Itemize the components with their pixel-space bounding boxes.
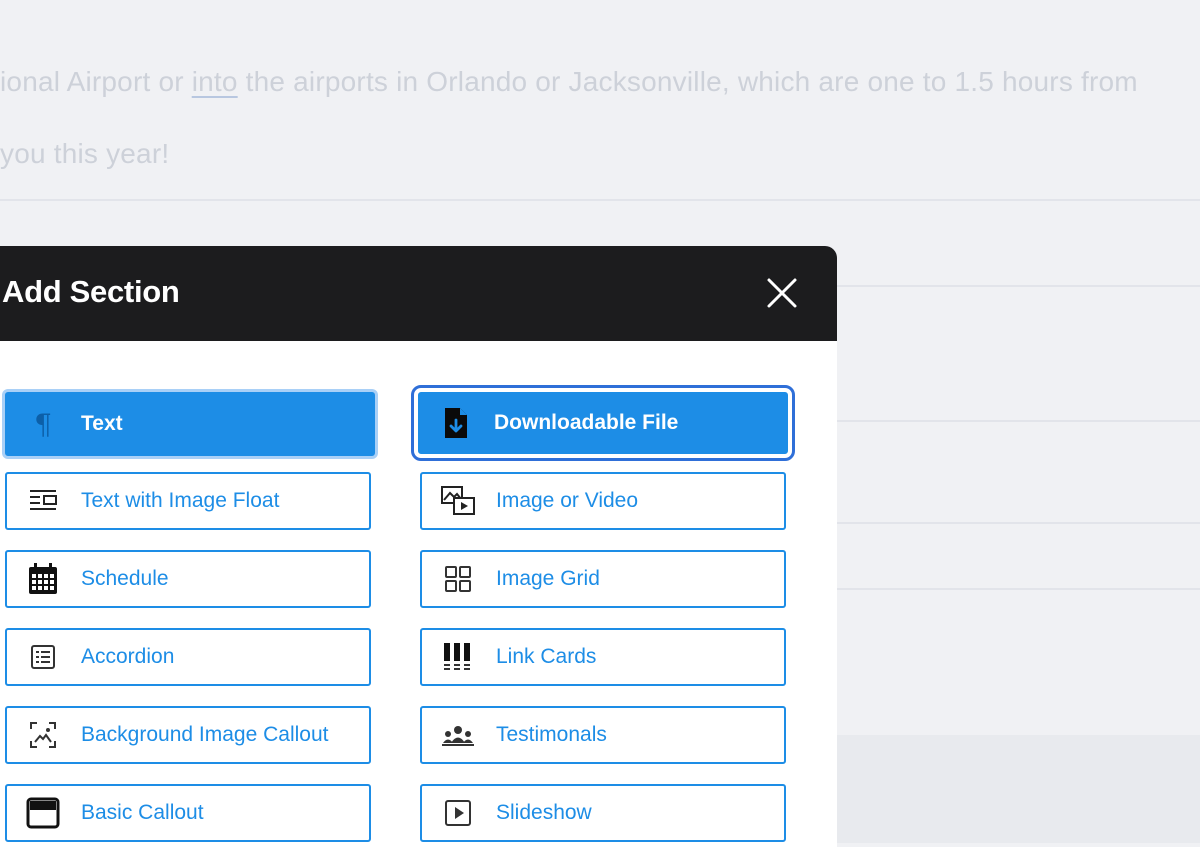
option-label: Basic Callout	[81, 801, 204, 824]
link-cards-icon	[440, 639, 476, 675]
callout-icon	[25, 795, 61, 831]
option-accordion[interactable]: Accordion	[5, 628, 371, 686]
modal-header: Add Section	[0, 246, 837, 341]
option-label: Text with Image Float	[81, 489, 280, 512]
option-slideshow[interactable]: Slideshow	[420, 784, 786, 842]
divider	[837, 522, 1200, 524]
divider	[837, 588, 1200, 590]
modal-title: Add Section	[2, 274, 180, 309]
divider	[0, 199, 1200, 201]
background-text: ional Airport or	[0, 66, 192, 97]
divider	[837, 420, 1200, 422]
option-label: Downloadable File	[494, 411, 679, 434]
calendar-icon	[25, 561, 61, 597]
option-label: Text	[81, 412, 123, 435]
background-image-icon	[25, 717, 61, 753]
option-label: Image Grid	[496, 567, 600, 590]
close-icon	[767, 278, 797, 308]
slideshow-icon	[440, 795, 476, 831]
option-image-grid[interactable]: Image Grid	[420, 550, 786, 608]
accordion-icon	[25, 639, 61, 675]
option-link-cards[interactable]: Link Cards	[420, 628, 786, 686]
grid-icon	[440, 561, 476, 597]
background-text: the airports in Orlando or Jacksonville,…	[237, 66, 1138, 97]
image-video-icon	[440, 483, 476, 519]
pilcrow-icon: ¶	[34, 407, 52, 441]
close-button[interactable]	[765, 276, 799, 310]
option-label: Schedule	[81, 567, 169, 590]
option-schedule[interactable]: Schedule	[5, 550, 371, 608]
add-section-modal: Add Section ¶ Text Downloadable File Tex…	[0, 246, 837, 847]
background-panel	[837, 735, 1200, 843]
background-link[interactable]: into	[192, 66, 238, 97]
background-text-line-1: ional Airport or into the airports in Or…	[0, 66, 1138, 98]
text-image-float-icon	[25, 483, 61, 519]
option-label: Image or Video	[496, 489, 639, 512]
background-text-line-2: you this year!	[0, 138, 170, 169]
option-label: Accordion	[81, 645, 175, 668]
option-label: Background Image Callout	[81, 723, 329, 746]
option-background-image-callout[interactable]: Background Image Callout	[5, 706, 371, 764]
option-label: Testimonals	[496, 723, 607, 746]
divider	[837, 285, 1200, 287]
option-label: Slideshow	[496, 801, 592, 824]
option-downloadable-file[interactable]: Downloadable File	[411, 385, 795, 461]
option-label: Link Cards	[496, 645, 597, 668]
option-basic-callout[interactable]: Basic Callout	[5, 784, 371, 842]
option-text[interactable]: ¶ Text	[5, 392, 375, 456]
option-text-with-image-float[interactable]: Text with Image Float	[5, 472, 371, 530]
people-icon	[440, 717, 476, 753]
option-testimonals[interactable]: Testimonals	[420, 706, 786, 764]
option-image-or-video[interactable]: Image or Video	[420, 472, 786, 530]
file-download-icon	[438, 405, 474, 441]
